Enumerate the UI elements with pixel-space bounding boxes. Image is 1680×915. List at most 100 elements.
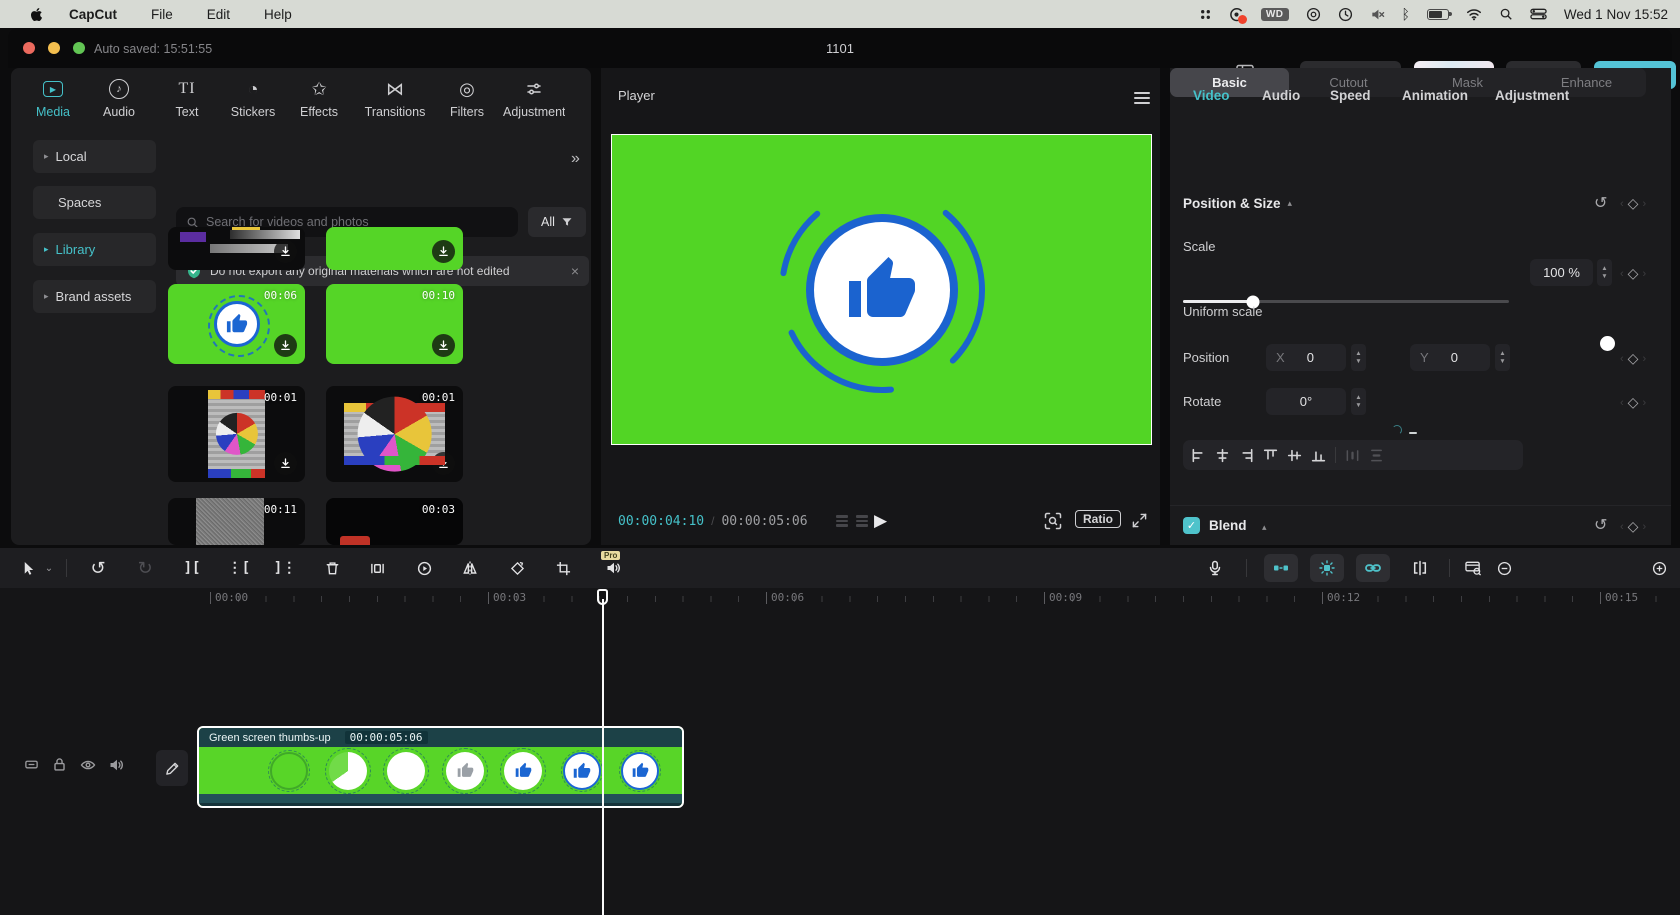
- media-item[interactable]: [168, 227, 305, 270]
- play-button[interactable]: ▶: [874, 511, 887, 531]
- align-center-horizontal-button[interactable]: [1215, 448, 1230, 463]
- control-center-icon[interactable]: [1530, 8, 1547, 20]
- media-item[interactable]: 00:11: [168, 498, 305, 545]
- battery-icon[interactable]: [1427, 9, 1449, 20]
- delete-right-button[interactable]: ]⋮: [273, 548, 297, 588]
- blend-title[interactable]: Blend: [1209, 518, 1247, 533]
- media-item[interactable]: [326, 227, 463, 270]
- blend-checkbox[interactable]: ✓: [1183, 517, 1200, 534]
- sidebar-item-spaces[interactable]: Spaces: [33, 186, 156, 219]
- wd-drive-icon[interactable]: WD: [1261, 8, 1289, 21]
- align-center-vertical-button[interactable]: [1287, 448, 1302, 463]
- keyframe-control[interactable]: ‹◇›: [1620, 195, 1646, 212]
- scale-slider[interactable]: [1183, 300, 1509, 303]
- position-x-stepper[interactable]: ▲▼: [1351, 344, 1366, 371]
- timeline-clip[interactable]: Green screen thumbs-up 00:00:05:06: [197, 726, 684, 808]
- rotate-button[interactable]: [505, 548, 529, 588]
- scale-keyframe[interactable]: ‹◇›: [1620, 265, 1646, 282]
- time-machine-icon[interactable]: [1338, 7, 1353, 22]
- tab-adjustment[interactable]: Adjustment: [503, 76, 565, 119]
- tab-media[interactable]: ▶ Media: [21, 76, 85, 119]
- hide-track-icon[interactable]: [80, 757, 96, 773]
- main-track-magnet-button[interactable]: [1264, 554, 1298, 582]
- record-voiceover-button[interactable]: [1203, 548, 1227, 588]
- tab-transitions[interactable]: ⋈ Transitions: [357, 76, 433, 119]
- reset-position-size-button[interactable]: ↺: [1594, 193, 1607, 213]
- distribute-vertical-button[interactable]: [1369, 448, 1384, 463]
- player-menu-icon[interactable]: [1134, 92, 1150, 107]
- tab-text[interactable]: TI Text: [155, 76, 219, 119]
- frames-view-icon[interactable]: [836, 515, 848, 527]
- ruler-ticks[interactable]: [210, 596, 1680, 602]
- menu-edit[interactable]: Edit: [207, 7, 230, 22]
- tab-animation[interactable]: Animation: [1402, 88, 1468, 103]
- select-tool-button[interactable]: [18, 548, 38, 588]
- more-tabs-chevron[interactable]: »: [571, 150, 580, 168]
- media-item[interactable]: 00:01: [168, 386, 305, 482]
- tab-adjustment2[interactable]: Adjustment: [1495, 88, 1569, 103]
- tab-filters[interactable]: ◎ Filters: [435, 76, 499, 119]
- tab-effects[interactable]: ✩ Effects: [287, 76, 351, 119]
- mute-icon[interactable]: [1370, 7, 1385, 22]
- download-button[interactable]: [274, 334, 297, 357]
- tab-video[interactable]: Video: [1193, 88, 1230, 103]
- apple-menu-icon[interactable]: [30, 7, 43, 22]
- align-top-button[interactable]: [1263, 448, 1278, 463]
- ratio-button[interactable]: Ratio: [1075, 510, 1121, 528]
- freeze-frame-button[interactable]: [365, 548, 389, 588]
- track-height-icon[interactable]: [24, 757, 39, 772]
- download-button[interactable]: [432, 240, 455, 263]
- speed-button[interactable]: [412, 548, 436, 588]
- link-clips-button[interactable]: [1356, 554, 1390, 582]
- render-preview-button[interactable]: [1460, 548, 1486, 588]
- rotate-stepper[interactable]: ▲▼: [1351, 388, 1366, 415]
- menu-help[interactable]: Help: [264, 7, 292, 22]
- menu-file[interactable]: File: [151, 7, 173, 22]
- position-y-stepper[interactable]: ▲▼: [1495, 344, 1510, 371]
- download-button[interactable]: [274, 452, 297, 475]
- app-dots-icon[interactable]: [1199, 8, 1212, 21]
- screen-record-icon[interactable]: [1229, 7, 1244, 22]
- media-filter-button[interactable]: All: [528, 207, 586, 237]
- frames-view-icon-2[interactable]: [856, 515, 868, 527]
- wifi-icon[interactable]: [1466, 8, 1482, 21]
- undo-button[interactable]: ↺: [86, 548, 110, 588]
- mute-track-icon[interactable]: [108, 757, 124, 773]
- tab-stickers[interactable]: ◔ Stickers: [221, 76, 285, 119]
- zoom-out-button[interactable]: [1493, 548, 1515, 588]
- tab-speed[interactable]: Speed: [1330, 88, 1371, 103]
- crop-button[interactable]: [551, 548, 575, 588]
- align-right-button[interactable]: [1239, 448, 1254, 463]
- auto-snap-button[interactable]: [1310, 554, 1344, 582]
- align-bottom-button[interactable]: [1311, 448, 1326, 463]
- position-size-header[interactable]: Position & Size ▴: [1183, 196, 1292, 211]
- sidebar-item-brand-assets[interactable]: ▸ Brand assets: [33, 280, 156, 313]
- select-tool-caret[interactable]: ⌄: [42, 548, 56, 588]
- fullscreen-icon[interactable]: [1132, 513, 1147, 528]
- preview-axis-button[interactable]: [1408, 548, 1432, 588]
- menubar-app-name[interactable]: CapCut: [69, 7, 117, 22]
- tab-audio2[interactable]: Audio: [1262, 88, 1300, 103]
- sidebar-item-library[interactable]: ▸ Library: [33, 233, 156, 266]
- bluetooth-icon[interactable]: ᛒ: [1402, 6, 1410, 22]
- align-left-button[interactable]: [1191, 448, 1206, 463]
- spotlight-icon[interactable]: [1499, 7, 1513, 21]
- scale-value[interactable]: 100 %: [1530, 259, 1593, 286]
- position-x-field[interactable]: X0: [1266, 344, 1346, 371]
- download-button[interactable]: [274, 240, 297, 263]
- position-y-field[interactable]: Y0: [1410, 344, 1490, 371]
- position-keyframe[interactable]: ‹◇›: [1620, 350, 1646, 367]
- playhead[interactable]: [596, 589, 609, 915]
- video-translate-pro-button[interactable]: Pro: [600, 548, 626, 588]
- redo-button[interactable]: ↻: [133, 548, 157, 588]
- notice-close-icon[interactable]: ×: [571, 263, 579, 279]
- preview-canvas[interactable]: [611, 134, 1152, 445]
- media-item[interactable]: 00:01: [326, 386, 463, 482]
- sidebar-item-local[interactable]: ▸ Local: [33, 140, 156, 173]
- menubar-clock[interactable]: Wed 1 Nov 15:52: [1564, 7, 1668, 22]
- download-button[interactable]: [432, 334, 455, 357]
- rotate-keyframe[interactable]: ‹◇›: [1620, 394, 1646, 411]
- preview-zoom-icon[interactable]: [1044, 512, 1062, 530]
- hotspot-icon[interactable]: [1306, 7, 1321, 22]
- tab-audio[interactable]: ♪ Audio: [87, 76, 151, 119]
